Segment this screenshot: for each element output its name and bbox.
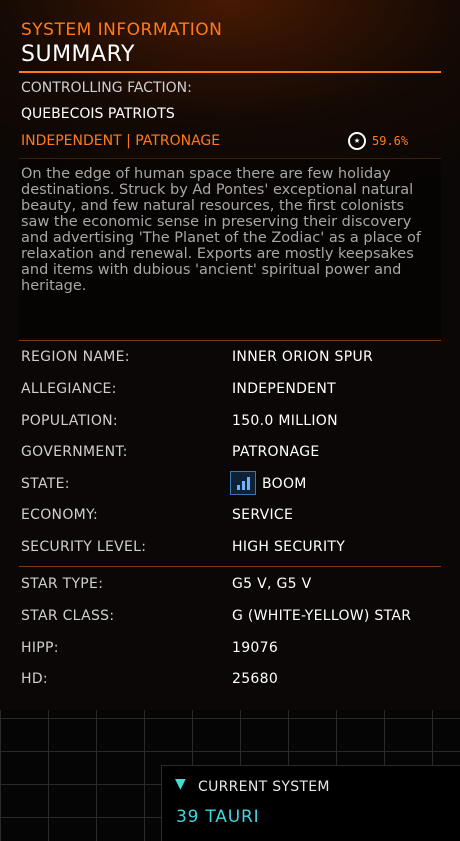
location-pin-icon: ▼ xyxy=(175,776,186,792)
current-system-name[interactable]: 39 TAURI xyxy=(176,807,259,827)
security-value: HIGH SECURITY xyxy=(232,539,346,555)
economy-label: ECONOMY: xyxy=(21,507,99,523)
star-class-label: STAR CLASS: xyxy=(21,608,115,624)
allegiance-label: ALLEGIANCE: xyxy=(21,381,117,397)
system-info-panel: SYSTEM INFORMATION SUMMARY CONTROLLING F… xyxy=(0,0,460,710)
page-title: SUMMARY xyxy=(21,42,135,67)
current-system-box[interactable] xyxy=(161,765,460,841)
boom-chart-icon xyxy=(230,471,256,495)
population-value: 150.0 MILLION xyxy=(232,413,338,429)
hd-value: 25680 xyxy=(232,671,279,687)
region-value: INNER ORION SPUR xyxy=(232,349,374,365)
divider xyxy=(19,340,441,341)
header-divider xyxy=(19,71,441,73)
economy-value: SERVICE xyxy=(232,507,294,523)
divider xyxy=(19,566,441,567)
population-label: POPULATION: xyxy=(21,413,118,429)
hipp-value: 19076 xyxy=(232,640,279,656)
government-label: GOVERNMENT: xyxy=(21,444,128,460)
faction-label: CONTROLLING FACTION: xyxy=(21,80,192,96)
faction-meta: INDEPENDENT | PATRONAGE xyxy=(21,133,221,149)
hd-label: HD: xyxy=(21,671,48,687)
section-heading: SYSTEM INFORMATION xyxy=(21,20,223,40)
star-type-value: G5 V, G5 V xyxy=(232,576,312,592)
current-system-label: CURRENT SYSTEM xyxy=(198,779,330,795)
state-value: BOOM xyxy=(262,476,307,492)
system-description: On the edge of human space there are few… xyxy=(21,166,421,294)
security-label: SECURITY LEVEL: xyxy=(21,539,147,555)
faction-name[interactable]: QUEBECOIS PATRIOTS xyxy=(21,106,175,122)
government-value: PATRONAGE xyxy=(232,444,320,460)
star-badge-icon: ★ xyxy=(348,132,366,150)
allegiance-value: INDEPENDENT xyxy=(232,381,336,397)
faction-influence: ★ 59.6% xyxy=(348,132,408,150)
star-type-label: STAR TYPE: xyxy=(21,576,104,592)
hipp-label: HIPP: xyxy=(21,640,59,656)
influence-value: 59.6% xyxy=(372,134,409,148)
state-label: STATE: xyxy=(21,476,70,492)
star-class-value: G (WHITE-YELLOW) STAR xyxy=(232,608,412,624)
region-label: REGION NAME: xyxy=(21,349,130,365)
